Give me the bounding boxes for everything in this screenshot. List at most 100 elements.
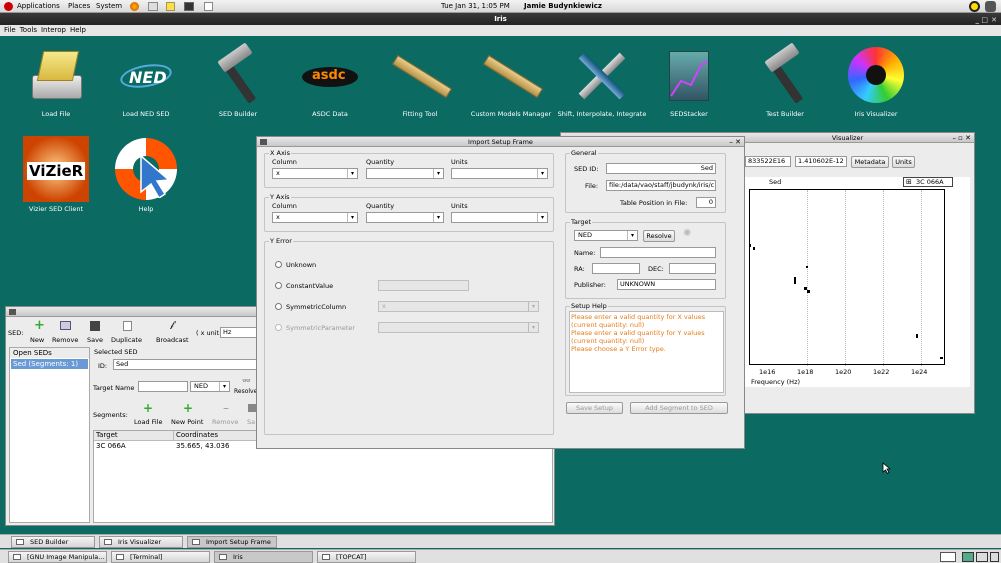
x-units-select[interactable]: ▾	[451, 168, 548, 179]
window-controls[interactable]: – ▫ ✕	[952, 133, 971, 143]
open-seds-title: Open SEDs	[10, 348, 89, 358]
radio-symmetric-parameter[interactable]	[275, 324, 282, 331]
new-point-button[interactable]: + New Point	[170, 401, 206, 427]
taskbar-sed-builder[interactable]: SED Builder	[11, 536, 95, 548]
desktop-icon-custom-models-manager[interactable]: Custom Models Manager	[466, 45, 556, 118]
ra-field[interactable]	[592, 263, 640, 274]
menu-system[interactable]: System	[96, 2, 122, 10]
menu-interop[interactable]: Interop	[41, 26, 66, 34]
plot-frame	[749, 189, 945, 366]
visualizer-x-field[interactable]: 833522E16	[745, 156, 791, 167]
x-column-select[interactable]: x ▾	[272, 168, 358, 179]
desktop-icon-label: SEDStacker	[670, 110, 708, 118]
new-button[interactable]: + New	[28, 318, 52, 344]
workspace-1-icon[interactable]	[962, 552, 974, 562]
symmetric-column-select[interactable]: x ▾	[378, 301, 539, 312]
duplicate-button[interactable]: Duplicate	[110, 320, 146, 344]
metadata-button[interactable]: Metadata	[851, 156, 889, 168]
radio-unknown[interactable]	[275, 261, 282, 268]
target-name-field[interactable]	[600, 247, 716, 258]
menu-help[interactable]: Help	[70, 26, 86, 34]
save-setup-button[interactable]: Save Setup	[566, 402, 623, 414]
target-source-select[interactable]: NED ▾	[574, 230, 638, 241]
desktop-icon-help[interactable]: Help	[101, 136, 191, 213]
plot-area[interactable]: Sed ⊞ 3C 066A 1e16 1e18 1e20 1e22 1e24 F…	[745, 177, 970, 387]
units-button[interactable]: Units	[892, 156, 915, 168]
desktop-icon-asdc-data[interactable]: asdc ASDC Data	[285, 45, 375, 118]
symmetric-parameter-select[interactable]: ▾	[378, 322, 539, 333]
file-field[interactable]: file:/data/vao/staff/jbudynk/iris/c	[606, 180, 716, 191]
desktop-icon-shift-interpolate-integrate[interactable]: Shift, Interpolate, Integrate	[557, 45, 647, 118]
save-button[interactable]: Save	[85, 320, 107, 344]
redhat-icon[interactable]	[4, 2, 13, 11]
notes-icon[interactable]	[166, 2, 175, 11]
menu-applications[interactable]: Applications	[17, 2, 60, 10]
desktop-icon-sed-builder[interactable]: SED Builder	[193, 42, 283, 118]
menu-tools[interactable]: Tools	[20, 26, 37, 34]
iris-menubar: File Tools Interop Help	[0, 25, 1001, 36]
resolve-button[interactable]: Resolve	[643, 230, 675, 242]
taskbar-terminal[interactable]: [Terminal]	[111, 551, 210, 563]
x-quantity-select[interactable]: ▾	[366, 168, 444, 179]
desktop-icon-iris-visualizer[interactable]: Iris Visualizer	[831, 45, 921, 118]
clock[interactable]: Tue Jan 31, 1:05 PM	[441, 2, 510, 10]
plot-point	[807, 290, 810, 293]
menu-file[interactable]: File	[4, 26, 16, 34]
user-name[interactable]: Jamie Budynkiewicz	[524, 2, 602, 10]
desktop-icon-test-builder[interactable]: Test Builder	[740, 42, 830, 118]
workspace-2-icon[interactable]	[976, 552, 988, 562]
import-setup-title-bar[interactable]: Import Setup Frame – ✕	[257, 137, 744, 147]
desktop-icon-load-ned-sed[interactable]: NED Load NED SED	[101, 45, 191, 118]
radio-constant-value[interactable]	[275, 282, 282, 289]
firefox-icon[interactable]	[130, 2, 139, 11]
taskbar-topcat[interactable]: [TOPCAT]	[317, 551, 416, 563]
open-sed-item[interactable]: Sed (Segments: 1)	[11, 359, 88, 369]
import-setup-window[interactable]: Import Setup Frame – ✕ X Axis Column Qua…	[256, 136, 745, 449]
desktop-icon-sedstacker[interactable]: SEDStacker	[644, 45, 734, 118]
radio-symmetric-column[interactable]	[275, 303, 282, 310]
target-source-select[interactable]: NED ▾	[190, 381, 230, 392]
remove-button[interactable]: Remove	[51, 320, 81, 344]
editor-icon[interactable]	[204, 2, 213, 11]
desktop-icon-vizier-sed-client[interactable]: ViZieR Vizier SED Client	[11, 136, 101, 213]
x-unit-field[interactable]: Hz	[220, 327, 258, 338]
table-position-field[interactable]: 0	[696, 197, 716, 208]
table-header-target[interactable]: Target	[94, 431, 174, 441]
radio-unknown-label: Unknown	[286, 261, 317, 269]
publisher-field[interactable]: UNKNOWN	[617, 279, 716, 290]
desktop-icon-load-file[interactable]: Load File	[11, 45, 101, 118]
sed-id-field[interactable]: Sed	[113, 359, 258, 370]
visualizer-y-field[interactable]: 1.410602E-12	[795, 156, 847, 167]
terminal-icon[interactable]	[184, 2, 194, 11]
plot-point	[806, 266, 808, 268]
window-icon	[16, 539, 24, 545]
setup-help-group: Setup Help Please enter a valid quantity…	[565, 302, 726, 396]
constant-value-field[interactable]	[378, 280, 469, 291]
window-controls[interactable]: – ✕	[729, 137, 741, 147]
segment-remove-button[interactable]: – Remove	[212, 401, 242, 427]
taskbar-gimp[interactable]: [GNU Image Manipula...	[8, 551, 107, 563]
taskbar-iris-visualizer[interactable]: Iris Visualizer	[99, 536, 183, 548]
menu-places[interactable]: Places	[68, 2, 90, 10]
mail-icon[interactable]	[148, 2, 158, 11]
power-icon[interactable]	[985, 1, 996, 12]
y-quantity-select[interactable]: ▾	[366, 212, 444, 223]
sed-id-field[interactable]: Sed	[606, 163, 716, 174]
chevron-down-icon: ▾	[433, 213, 443, 222]
desktop-icon-fitting-tool[interactable]: Fitting Tool	[375, 45, 465, 118]
y-column-select[interactable]: x ▾	[272, 212, 358, 223]
dec-field[interactable]	[669, 263, 716, 274]
show-desktop-icon[interactable]	[940, 552, 956, 562]
network-icon[interactable]	[969, 1, 980, 12]
general-title: General	[570, 149, 598, 157]
add-segment-button[interactable]: Add Segment to SED	[630, 402, 728, 414]
y-units-select[interactable]: ▾	[451, 212, 548, 223]
load-file-button[interactable]: + Load File	[132, 401, 164, 427]
trash-icon[interactable]	[990, 552, 999, 562]
target-name-field[interactable]	[138, 381, 188, 392]
broadcast-button[interactable]: 𝒻 Broadcast	[154, 320, 194, 344]
taskbar-iris[interactable]: Iris	[214, 551, 313, 563]
chevron-down-icon: ▾	[537, 213, 547, 222]
app-icon	[260, 139, 267, 145]
taskbar-import-setup-frame[interactable]: Import Setup Frame	[187, 536, 277, 548]
